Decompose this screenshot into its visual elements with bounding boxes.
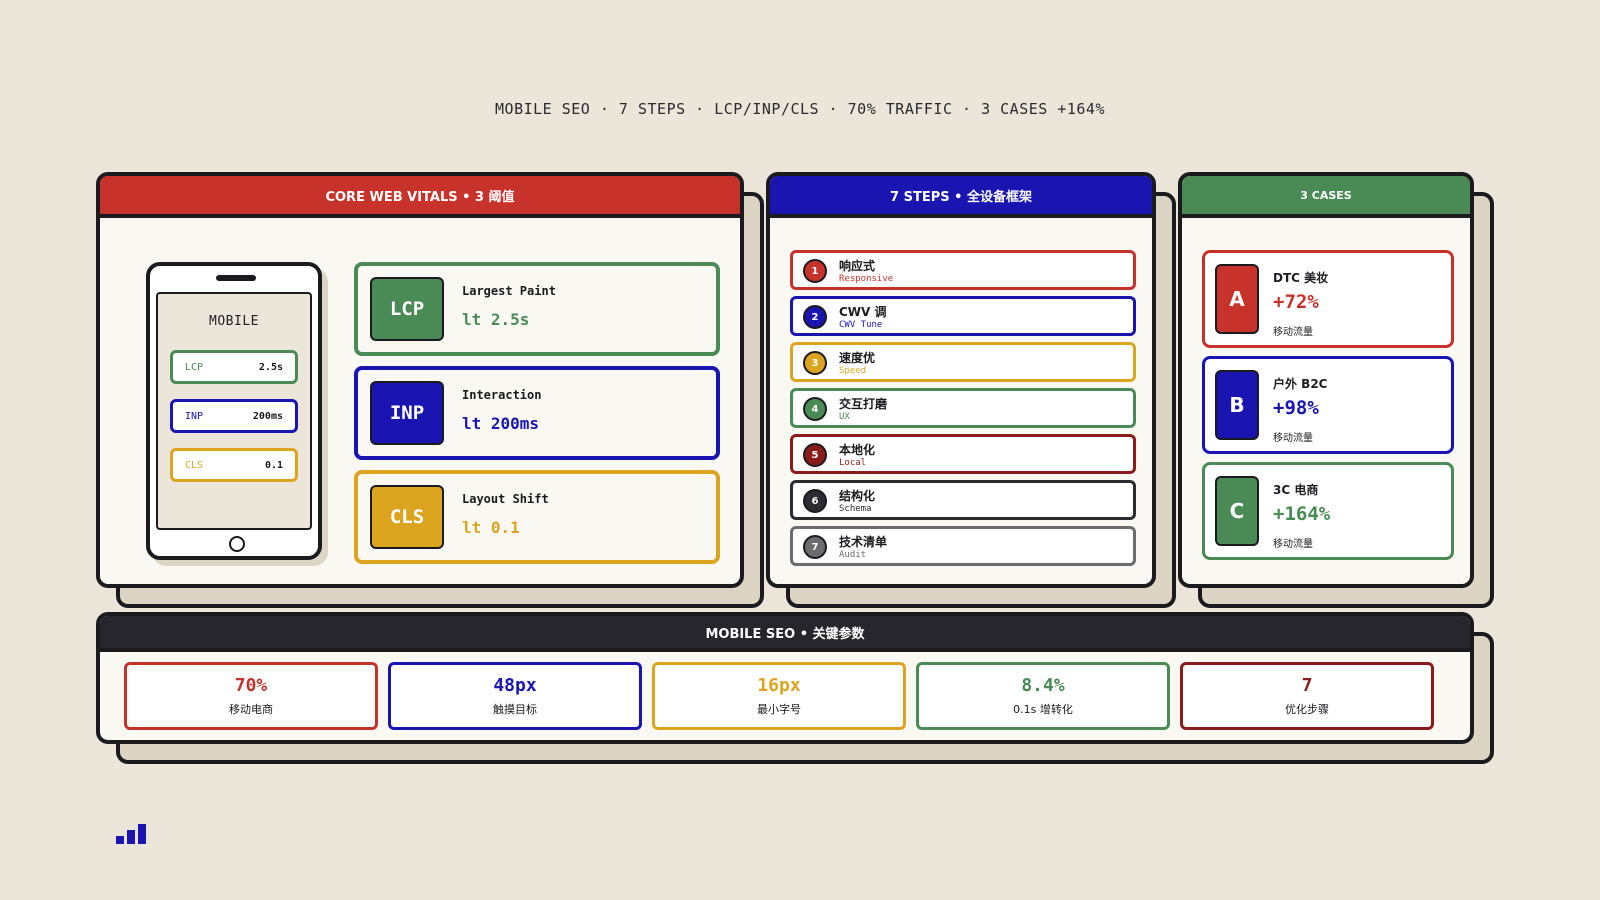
phone-home-button: [229, 536, 245, 552]
phone-row-key: LCP: [185, 361, 204, 373]
param-card: 48px 触摸目标: [388, 662, 642, 730]
param-card: 16px 最小字号: [652, 662, 906, 730]
params-panel-title: MOBILE SEO • 关键参数: [100, 616, 1470, 652]
step-item: 3 速度优 Speed: [790, 342, 1136, 382]
vitals-panel-title: CORE WEB VITALS • 3 阈值: [100, 176, 740, 218]
case-label: 移动流量: [1273, 327, 1313, 338]
phone-row-lcp: LCP 2.5s: [170, 350, 298, 384]
step-subtitle: Responsive: [839, 274, 894, 284]
step-subtitle: Audit: [839, 550, 867, 560]
step-title: 技术清单: [839, 535, 888, 549]
panel-body: CORE WEB VITALS • 3 阈值 MOBILE LCP 2.5s I…: [96, 172, 744, 588]
step-item: 5 本地化 Local: [790, 434, 1136, 474]
metric-name: Largest Paint: [462, 284, 556, 298]
step-subtitle: Speed: [839, 366, 867, 376]
case-growth: +72%: [1273, 291, 1319, 313]
case-growth: +98%: [1273, 397, 1319, 419]
case-name: 3C 电商: [1273, 483, 1319, 497]
step-number: 7: [803, 535, 827, 559]
metric-card-inp: INP Interaction lt 200ms: [354, 366, 720, 460]
phone-row-value: 2.5s: [258, 361, 283, 373]
step-title: CWV 调: [839, 305, 887, 319]
step-subtitle: Schema: [839, 504, 872, 514]
phone-row-inp: INP 200ms: [170, 399, 298, 433]
case-letter: B: [1215, 370, 1259, 440]
step-number: 5: [803, 443, 827, 467]
param-value: 16px: [757, 675, 801, 696]
case-label: 移动流量: [1273, 433, 1313, 444]
panel-body: MOBILE SEO • 关键参数 70% 移动电商 48px 触摸目标 16p…: [96, 612, 1474, 744]
param-label: 触摸目标: [493, 703, 537, 716]
phone-mockup: MOBILE LCP 2.5s INP 200ms CLS 0.1: [146, 262, 322, 560]
param-label: 移动电商: [229, 703, 273, 716]
metric-badge: LCP: [370, 277, 444, 341]
param-value: 7: [1301, 675, 1313, 696]
case-label: 移动流量: [1273, 539, 1313, 550]
step-subtitle: Local: [839, 458, 867, 468]
param-label: 0.1s 增转化: [1013, 703, 1073, 716]
step-number: 3: [803, 351, 827, 375]
steps-panel-title: 7 STEPS • 全设备框架: [770, 176, 1152, 218]
phone-row-value: 0.1: [264, 459, 283, 471]
metric-name: Interaction: [462, 388, 542, 402]
metric-threshold: lt 0.1: [462, 518, 520, 537]
case-card-a: A DTC 美妆 +72% 移动流量: [1202, 250, 1454, 348]
phone-row-key: CLS: [185, 459, 204, 471]
cases-panel: 3 CASES A DTC 美妆 +72% 移动流量 B 户外 B2C +98%…: [1178, 172, 1494, 608]
step-subtitle: CWV Tune: [839, 320, 883, 330]
param-value: 48px: [493, 675, 537, 696]
metric-threshold: lt 2.5s: [462, 310, 530, 329]
param-card: 7 优化步骤: [1180, 662, 1434, 730]
param-label: 优化步骤: [1285, 703, 1329, 716]
params-panel: MOBILE SEO • 关键参数 70% 移动电商 48px 触摸目标 16p…: [96, 612, 1494, 764]
metric-badge: CLS: [370, 485, 444, 549]
step-title: 本地化: [839, 443, 876, 457]
step-item: 1 响应式 Responsive: [790, 250, 1136, 290]
case-name: 户外 B2C: [1273, 377, 1328, 391]
step-subtitle: UX: [839, 412, 850, 422]
step-title: 响应式: [839, 259, 876, 273]
metric-name: Layout Shift: [462, 492, 549, 506]
case-name: DTC 美妆: [1273, 271, 1329, 285]
core-web-vitals-panel: CORE WEB VITALS • 3 阈值 MOBILE LCP 2.5s I…: [96, 172, 764, 608]
step-number: 4: [803, 397, 827, 421]
metric-card-lcp: LCP Largest Paint lt 2.5s: [354, 262, 720, 356]
step-item: 4 交互打磨 UX: [790, 388, 1136, 428]
step-number: 1: [803, 259, 827, 283]
phone-screen: MOBILE LCP 2.5s INP 200ms CLS 0.1: [156, 292, 312, 530]
param-value: 8.4%: [1021, 675, 1065, 696]
step-item: 2 CWV 调 CWV Tune: [790, 296, 1136, 336]
param-value: 70%: [234, 675, 268, 696]
phone-row-value: 200ms: [252, 410, 283, 422]
step-item: 6 结构化 Schema: [790, 480, 1136, 520]
phone-speaker: [216, 275, 256, 281]
step-title: 速度优: [839, 351, 876, 365]
phone-title: MOBILE: [209, 314, 259, 329]
param-card: 70% 移动电商: [124, 662, 378, 730]
metric-card-cls: CLS Layout Shift lt 0.1: [354, 470, 720, 564]
step-number: 6: [803, 489, 827, 513]
param-label: 最小字号: [757, 703, 801, 716]
case-card-c: C 3C 电商 +164% 移动流量: [1202, 462, 1454, 560]
phone-row-cls: CLS 0.1: [170, 448, 298, 482]
panel-body: 7 STEPS • 全设备框架 1 响应式 Responsive 2 CWV 调…: [766, 172, 1156, 588]
case-letter: C: [1215, 476, 1259, 546]
case-card-b: B 户外 B2C +98% 移动流量: [1202, 356, 1454, 454]
bar-chart-logo-icon: [116, 822, 150, 844]
steps-panel: 7 STEPS • 全设备框架 1 响应式 Responsive 2 CWV 调…: [766, 172, 1176, 608]
step-title: 交互打磨: [839, 397, 888, 411]
cases-panel-title: 3 CASES: [1182, 176, 1470, 218]
step-item: 7 技术清单 Audit: [790, 526, 1136, 566]
case-letter: A: [1215, 264, 1259, 334]
panel-body: 3 CASES A DTC 美妆 +72% 移动流量 B 户外 B2C +98%…: [1178, 172, 1474, 588]
metric-threshold: lt 200ms: [462, 414, 540, 433]
phone-row-key: INP: [185, 410, 204, 422]
step-title: 结构化: [839, 489, 876, 503]
step-number: 2: [803, 305, 827, 329]
param-card: 8.4% 0.1s 增转化: [916, 662, 1170, 730]
metric-badge: INP: [370, 381, 444, 445]
page-headline: MOBILE SEO · 7 STEPS · LCP/INP/CLS · 70%…: [495, 100, 1105, 118]
case-growth: +164%: [1273, 503, 1331, 525]
